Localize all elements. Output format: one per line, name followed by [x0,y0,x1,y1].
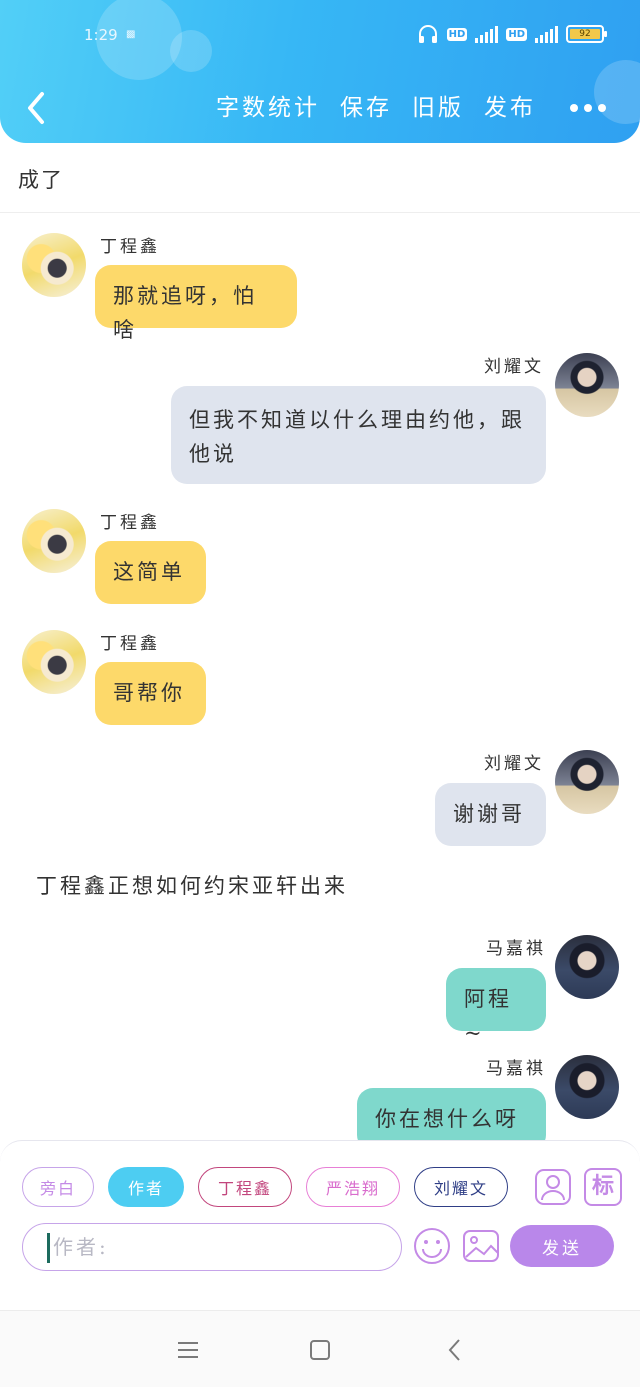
message-bubble[interactable]: 那就追呀，怕啥 [95,265,297,342]
message-bubble[interactable]: 阿程~ [446,968,546,1045]
avatar[interactable] [22,233,86,297]
message-input[interactable] [53,1230,383,1264]
hd-badge: HD [446,27,468,41]
role-chip-liu[interactable]: 刘耀文 [414,1167,508,1207]
narration-text[interactable]: 丁程鑫正想如何约宋亚轩出来 [36,870,348,900]
role-chip-yan[interactable]: 严浩翔 [306,1167,400,1207]
avatar[interactable] [22,630,86,694]
back-nav-icon[interactable] [440,1335,470,1365]
status-indicator: ▩ [126,29,136,40]
avatar[interactable] [555,935,619,999]
more-options-icon[interactable] [570,98,610,118]
menu-icon[interactable] [173,1335,203,1365]
avatar[interactable] [555,1055,619,1119]
message-bubble[interactable]: 这简单 [95,541,206,604]
role-chip-narration[interactable]: 旁白 [22,1167,94,1207]
publish-button[interactable]: 发布 [484,88,536,122]
role-chip-author[interactable]: 作者 [108,1167,184,1207]
sender-name: 丁程鑫 [100,237,160,257]
emoji-icon[interactable] [413,1227,451,1265]
status-bar: 1:29 ▩ HD HD 92 [0,22,640,52]
character-icon[interactable] [534,1168,572,1206]
top-text: 成了 [18,168,64,192]
hd-badge: HD [506,27,527,41]
system-nav-bar [0,1310,640,1387]
signal-icon [475,25,499,43]
sender-name: 马嘉祺 [486,939,546,959]
role-chip-ding[interactable]: 丁程鑫 [198,1167,292,1207]
signal-icon [535,25,558,43]
avatar[interactable] [555,750,619,814]
battery-level: 92 [570,29,600,39]
send-button[interactable]: 发送 [510,1225,614,1267]
message-bubble[interactable]: 但我不知道以什么理由约他，跟他说 [171,386,546,484]
message-bubble[interactable]: 谢谢哥 [435,783,546,846]
role-selector: 旁白 作者 丁程鑫 严浩翔 刘耀文 [22,1167,508,1207]
headphones-icon [418,25,437,43]
back-arrow-icon[interactable] [18,86,54,130]
app-header: 1:29 ▩ HD HD 92 字数统计 保存 旧版 发布 [0,0,640,143]
avatar[interactable] [22,509,86,573]
battery-icon: 92 [566,25,607,43]
avatar[interactable] [555,353,619,417]
message-bubble[interactable]: 哥帮你 [95,662,206,725]
home-icon[interactable] [305,1335,335,1365]
text-caret [47,1233,50,1263]
old-version-button[interactable]: 旧版 [412,88,464,122]
status-time: 1:29 [84,26,118,44]
sender-name: 刘耀文 [484,754,544,774]
sender-name: 丁程鑫 [100,634,160,654]
sender-name: 马嘉祺 [486,1059,546,1079]
composer-panel: 旁白 作者 丁程鑫 严浩翔 刘耀文 标 发送 [0,1140,640,1271]
message-input-field[interactable] [22,1223,402,1271]
sender-name: 丁程鑫 [100,513,160,533]
word-count-button[interactable]: 字数统计 [216,88,320,122]
status-icons: HD HD 92 [417,24,607,44]
image-icon[interactable] [462,1227,500,1265]
sender-name: 刘耀文 [484,357,544,377]
save-button[interactable]: 保存 [340,88,392,122]
divider [0,212,640,213]
header-actions: 字数统计 保存 旧版 发布 [216,88,536,122]
tag-button[interactable]: 标 [584,1168,622,1206]
